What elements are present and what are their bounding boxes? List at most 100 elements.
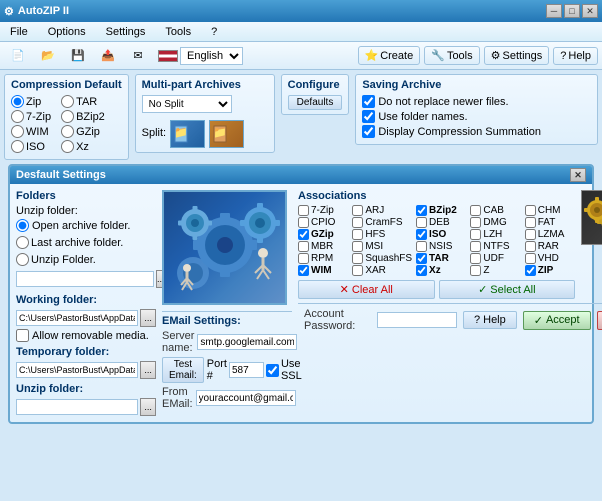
tools-button[interactable]: 🔧 Tools (424, 46, 479, 65)
assoc-check-hfs[interactable] (352, 229, 363, 240)
defaults-button[interactable]: Defaults (288, 95, 343, 110)
tools-icon: 🔧 (431, 49, 445, 62)
server-input[interactable] (197, 334, 297, 350)
settings-help-button[interactable]: ? Help (463, 311, 517, 329)
folder-path-input[interactable] (16, 271, 154, 287)
assoc-check-iso[interactable] (416, 229, 427, 240)
assoc-label-hfs: HFS (365, 229, 385, 240)
radio-gzip-input[interactable] (61, 125, 74, 138)
title-bar: ⚙ AutoZIP II ─ □ ✕ (0, 0, 602, 22)
assoc-check-bzip2[interactable] (416, 205, 427, 216)
assoc-check-rpm[interactable] (298, 253, 309, 264)
last-archive-row: Last archive folder. (16, 236, 156, 249)
menu-file[interactable]: File (4, 25, 34, 39)
assoc-check-cab[interactable] (470, 205, 481, 216)
assoc-check-deb[interactable] (416, 217, 427, 228)
toolbar-new[interactable]: 📄 (4, 44, 32, 68)
assoc-check-wim[interactable] (298, 265, 309, 276)
clear-all-button[interactable]: ✕ Clear All (298, 280, 435, 299)
assoc-check-zip[interactable] (525, 265, 536, 276)
radio-7zip-input[interactable] (11, 110, 24, 123)
working-path-row: ... (16, 309, 156, 327)
assoc-check-xz[interactable] (416, 265, 427, 276)
assoc-check-tar[interactable] (416, 253, 427, 264)
language-dropdown[interactable]: English (180, 47, 243, 65)
toolbar: 📄 📂 💾 📤 ✉ English ⭐ Create 🔧 Tools ⚙ Set… (0, 42, 602, 70)
assoc-check-udf[interactable] (470, 253, 481, 264)
saving-check-1[interactable] (362, 95, 375, 108)
assoc-check-lzh[interactable] (470, 229, 481, 240)
ssl-checkbox[interactable] (266, 364, 279, 377)
assoc-check-cramfs[interactable] (352, 217, 363, 228)
menu-tools[interactable]: Tools (159, 25, 197, 39)
close-button[interactable]: ✕ (582, 4, 598, 18)
menu-options[interactable]: Options (42, 25, 92, 39)
toolbar-extract[interactable]: 📤 (94, 44, 122, 68)
menu-help[interactable]: ? (205, 25, 223, 39)
open-archive-radio[interactable] (16, 219, 29, 232)
assoc-check-nsis[interactable] (416, 241, 427, 252)
assoc-check-lzma[interactable] (525, 229, 536, 240)
multipart-dropdown[interactable]: No Split (142, 95, 232, 113)
new-icon: 📄 (9, 47, 27, 65)
assoc-check-xar[interactable] (352, 265, 363, 276)
saving-check-2[interactable] (362, 110, 375, 123)
assoc-check-gzip[interactable] (298, 229, 309, 240)
assoc-check-7-zip[interactable] (298, 205, 309, 216)
assoc-item-rpm: RPM (298, 253, 348, 264)
compression-col1: Zip 7-Zip WIM ISO (11, 95, 51, 155)
radio-xz-input[interactable] (61, 140, 74, 153)
temp-browse-button[interactable]: ... (140, 361, 156, 379)
assoc-check-cpio[interactable] (298, 217, 309, 228)
assoc-label-arj: ARJ (365, 205, 384, 216)
assoc-check-z[interactable] (470, 265, 481, 276)
assoc-label-chm: CHM (538, 205, 561, 216)
assoc-check-vhd[interactable] (525, 253, 536, 264)
assoc-check-mbr[interactable] (298, 241, 309, 252)
working-browse-button[interactable]: ... (140, 309, 156, 327)
assoc-check-ntfs[interactable] (470, 241, 481, 252)
help-button[interactable]: ? Help (553, 47, 598, 65)
assoc-check-rar[interactable] (525, 241, 536, 252)
assoc-check-squashfs[interactable] (352, 253, 363, 264)
toolbar-open[interactable]: 📂 (34, 44, 62, 68)
unzip-path-input[interactable] (16, 399, 138, 415)
unzip-browse-button[interactable]: ... (140, 398, 156, 416)
saving-check-3[interactable] (362, 125, 375, 138)
radio-iso-input[interactable] (11, 140, 24, 153)
minimize-button[interactable]: ─ (546, 4, 562, 18)
port-input[interactable] (229, 362, 264, 378)
last-archive-radio[interactable] (16, 236, 29, 249)
assoc-check-chm[interactable] (525, 205, 536, 216)
temp-path-input[interactable] (16, 362, 138, 378)
settings-close-button[interactable]: ✕ (570, 168, 586, 182)
working-path-input[interactable] (16, 310, 138, 326)
menu-settings[interactable]: Settings (100, 25, 152, 39)
radio-zip-input[interactable] (11, 95, 24, 108)
account-password-input[interactable] (377, 312, 457, 328)
radio-wim-input[interactable] (11, 125, 24, 138)
cancel-button[interactable]: ✕ Cancel (597, 311, 602, 330)
accept-button[interactable]: ✓ Accept (523, 311, 591, 330)
settings-button[interactable]: ⚙ Settings (484, 46, 550, 65)
select-all-button[interactable]: ✓ Select All (439, 280, 576, 299)
test-email-button[interactable]: Test Email: (162, 357, 204, 383)
assoc-check-arj[interactable] (352, 205, 363, 216)
assoc-check-fat[interactable] (525, 217, 536, 228)
unzip-folder-radio[interactable] (16, 253, 29, 266)
allow-removable-check[interactable] (16, 329, 29, 342)
radio-bzip2-input[interactable] (61, 110, 74, 123)
configure-panel: Configure Defaults (281, 74, 350, 115)
from-input[interactable] (196, 390, 296, 406)
assoc-check-dmg[interactable] (470, 217, 481, 228)
radio-7zip: 7-Zip (11, 110, 51, 123)
assoc-check-msi[interactable] (352, 241, 363, 252)
maximize-button[interactable]: □ (564, 4, 580, 18)
assoc-item-mbr: MBR (298, 241, 348, 252)
create-button[interactable]: ⭐ Create (358, 46, 421, 65)
radio-tar-input[interactable] (61, 95, 74, 108)
assoc-item-lzh: LZH (470, 229, 520, 240)
toolbar-email[interactable]: ✉ (124, 44, 152, 68)
unzip-section-label: Unzip folder: (16, 383, 156, 395)
toolbar-save[interactable]: 💾 (64, 44, 92, 68)
